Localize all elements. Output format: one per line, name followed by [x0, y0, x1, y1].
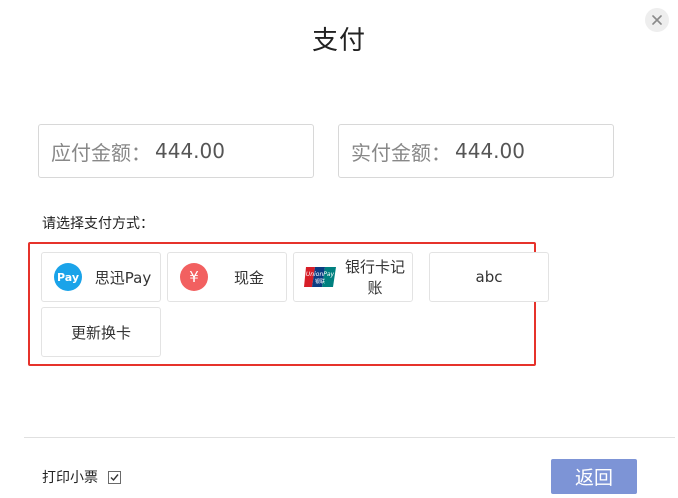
payment-method-label: 更新换卡 [70, 323, 131, 342]
footer-divider [24, 437, 675, 438]
print-receipt-checkbox[interactable] [108, 470, 121, 484]
unionpay-icon: UnionPay 银联 [304, 267, 336, 287]
payment-method-cash[interactable]: ¥ 现金 [167, 252, 287, 302]
svg-text:UnionPay: UnionPay [306, 271, 335, 278]
actual-amount-value: 444.00 [455, 139, 525, 163]
payment-method-label: 请选择支付方式： [42, 216, 154, 232]
payment-method-sixun-pay[interactable]: Pay 思迅Pay [41, 252, 161, 302]
payment-method-change-card[interactable]: 更新换卡 [41, 307, 161, 357]
sixun-pay-icon: Pay [54, 263, 82, 291]
yuan-icon: ¥ [180, 263, 208, 291]
print-receipt-label: 打印小票 [42, 470, 98, 486]
payable-amount-field: 应付金额： 444.00 [38, 124, 314, 178]
actual-amount-label: 实付金额： [351, 140, 451, 165]
actual-amount-field[interactable]: 实付金额： 444.00 [338, 124, 614, 178]
payable-amount-label: 应付金额： [51, 140, 151, 165]
payment-method-bank-card[interactable]: UnionPay 银联 银行卡记账 [293, 252, 413, 302]
payment-method-label: abc [475, 268, 503, 286]
back-button[interactable]: 返回 [551, 459, 637, 494]
svg-text:银联: 银联 [315, 278, 325, 285]
checkmark-icon [110, 473, 119, 481]
dialog-title: 支付 [311, 26, 366, 56]
payment-method-label: 思迅Pay [94, 268, 152, 287]
payment-method-abc[interactable]: abc [429, 252, 549, 302]
payable-amount-value: 444.00 [155, 139, 225, 163]
payment-method-label: 现金 [233, 268, 264, 287]
print-receipt-option: 打印小票 [42, 467, 121, 487]
payment-method-label: 银行卡记账 [344, 258, 405, 297]
